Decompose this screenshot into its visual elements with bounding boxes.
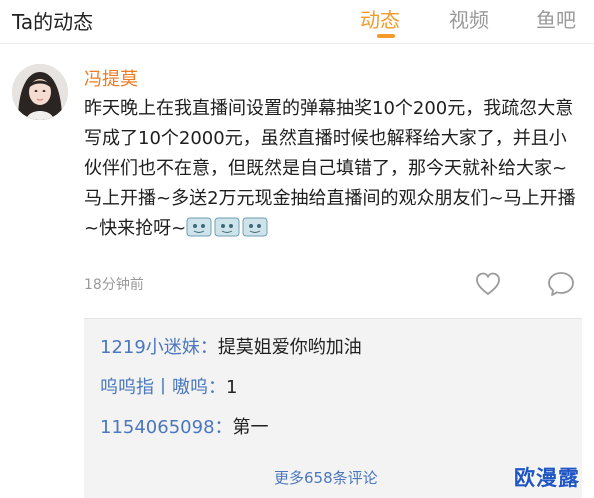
more-comments-link[interactable]: 更多658条评论 — [274, 467, 378, 488]
post-text: 昨天晚上在我直播间设置的弹幕抽奖10个200元，我疏忽大意写成了10个2000元… — [84, 98, 576, 239]
post-time: 18分钟前 — [84, 277, 144, 293]
comments-section: 1219小迷妹：提莫姐爱你哟加油 呜呜指丨嗷呜：1 1154065098：第一 … — [84, 318, 582, 498]
sticker-emoji-icon — [242, 216, 268, 238]
author-name[interactable]: 冯提莫 — [84, 65, 138, 91]
sticker-emoji-icon — [214, 216, 240, 238]
comment-separator: ： — [214, 417, 233, 438]
commenter-name[interactable]: 呜呜指丨嗷呜 — [100, 377, 208, 398]
tab-video[interactable]: 视频 — [449, 4, 489, 33]
avatar[interactable] — [12, 64, 68, 120]
comment-separator: ： — [208, 377, 226, 398]
sticker-emoji-icon — [186, 216, 212, 238]
comment-item[interactable]: 呜呜指丨嗷呜：1 — [100, 373, 237, 399]
comment-icon — [548, 272, 574, 296]
page-title: Ta的动态 — [12, 10, 94, 34]
comment-item[interactable]: 1154065098：第一 — [100, 413, 269, 439]
watermark-text: 欧漫露 — [514, 466, 580, 490]
avatar-image — [12, 64, 68, 120]
comment-separator: ： — [199, 337, 218, 358]
emoji-group — [186, 216, 270, 239]
heart-icon — [476, 272, 500, 296]
comment-text: 第一 — [232, 417, 269, 438]
comment-text: 1 — [226, 377, 238, 398]
post-content: 昨天晚上在我直播间设置的弹幕抽奖10个200元，我疏忽大意写成了10个2000元… — [84, 94, 584, 244]
like-button[interactable] — [474, 270, 502, 298]
tab-dynamic[interactable]: 动态 — [360, 4, 400, 33]
active-tab-indicator — [377, 34, 395, 38]
comment-item[interactable]: 1219小迷妹：提莫姐爱你哟加油 — [100, 333, 362, 359]
tab-fishbar[interactable]: 鱼吧 — [536, 4, 576, 33]
commenter-name[interactable]: 1219小迷妹 — [100, 337, 200, 358]
commenter-name[interactable]: 1154065098 — [100, 417, 215, 438]
comment-text: 提莫姐爱你哟加油 — [217, 337, 362, 358]
top-bar: Ta的动态 动态 视频 鱼吧 — [0, 0, 594, 44]
comment-button[interactable] — [546, 270, 576, 298]
